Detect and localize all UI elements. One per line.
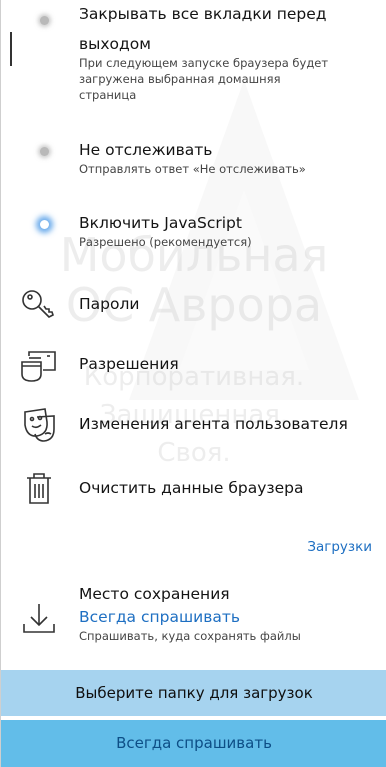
close-tabs-description-line1: При следующем запуске браузера будет (79, 56, 329, 70)
choose-download-folder-button[interactable]: Выберите папку для загрузок (1, 670, 386, 716)
close-tabs-description-line3: страница (79, 88, 137, 102)
user-agent-title: Изменения агента пользователя (79, 415, 348, 433)
setting-javascript[interactable]: Включить JavaScript Разрешено (рекоменду… (1, 205, 386, 265)
downloads-section-header: Загрузки (307, 539, 372, 555)
save-location-value: Всегда спрашивать (79, 608, 241, 626)
setting-close-tabs[interactable]: Закрывать все вкладки перед выходом При … (1, 0, 386, 120)
browser-settings-screen: Мобильная ОС Аврора Корпоративная. Защищ… (0, 0, 386, 767)
javascript-title: Включить JavaScript (79, 214, 242, 232)
do-not-track-description: Отправлять ответ «Не отслеживать» (79, 162, 306, 176)
setting-do-not-track[interactable]: Не отслеживать Отправлять ответ «Не отсл… (1, 130, 386, 190)
setting-user-agent[interactable]: Изменения агента пользователя (1, 400, 386, 450)
save-location-title: Место сохранения (79, 585, 230, 603)
passwords-title: Пароли (79, 295, 140, 313)
key-icon (19, 284, 59, 324)
close-tabs-toggle[interactable] (35, 11, 53, 29)
window-permissions-icon (19, 344, 59, 384)
do-not-track-toggle[interactable] (35, 142, 53, 160)
setting-passwords[interactable]: Пароли (1, 280, 386, 330)
download-icon (19, 598, 59, 638)
save-location-description: Спрашивать, куда сохранять файлы (79, 629, 301, 643)
javascript-description: Разрешено (рекомендуется) (79, 235, 252, 249)
close-tabs-title-line2: выходом (79, 35, 151, 53)
always-ask-option[interactable]: Всегда спрашивать (1, 720, 386, 767)
close-tabs-description-line2: загружена выбранная домашняя (79, 72, 281, 86)
masks-icon (19, 404, 59, 444)
clear-data-title: Очистить данные браузера (79, 479, 304, 497)
setting-save-location[interactable]: Место сохранения Всегда спрашивать Спраш… (1, 580, 386, 655)
trash-icon (19, 468, 59, 508)
javascript-toggle[interactable] (35, 215, 53, 233)
scroll-indicator (10, 32, 12, 66)
close-tabs-title-line1: Закрывать все вкладки перед (79, 5, 327, 23)
permissions-title: Разрешения (79, 355, 179, 373)
setting-clear-data[interactable]: Очистить данные браузера (1, 462, 386, 512)
do-not-track-title: Не отслеживать (79, 141, 213, 159)
setting-permissions[interactable]: Разрешения (1, 340, 386, 390)
